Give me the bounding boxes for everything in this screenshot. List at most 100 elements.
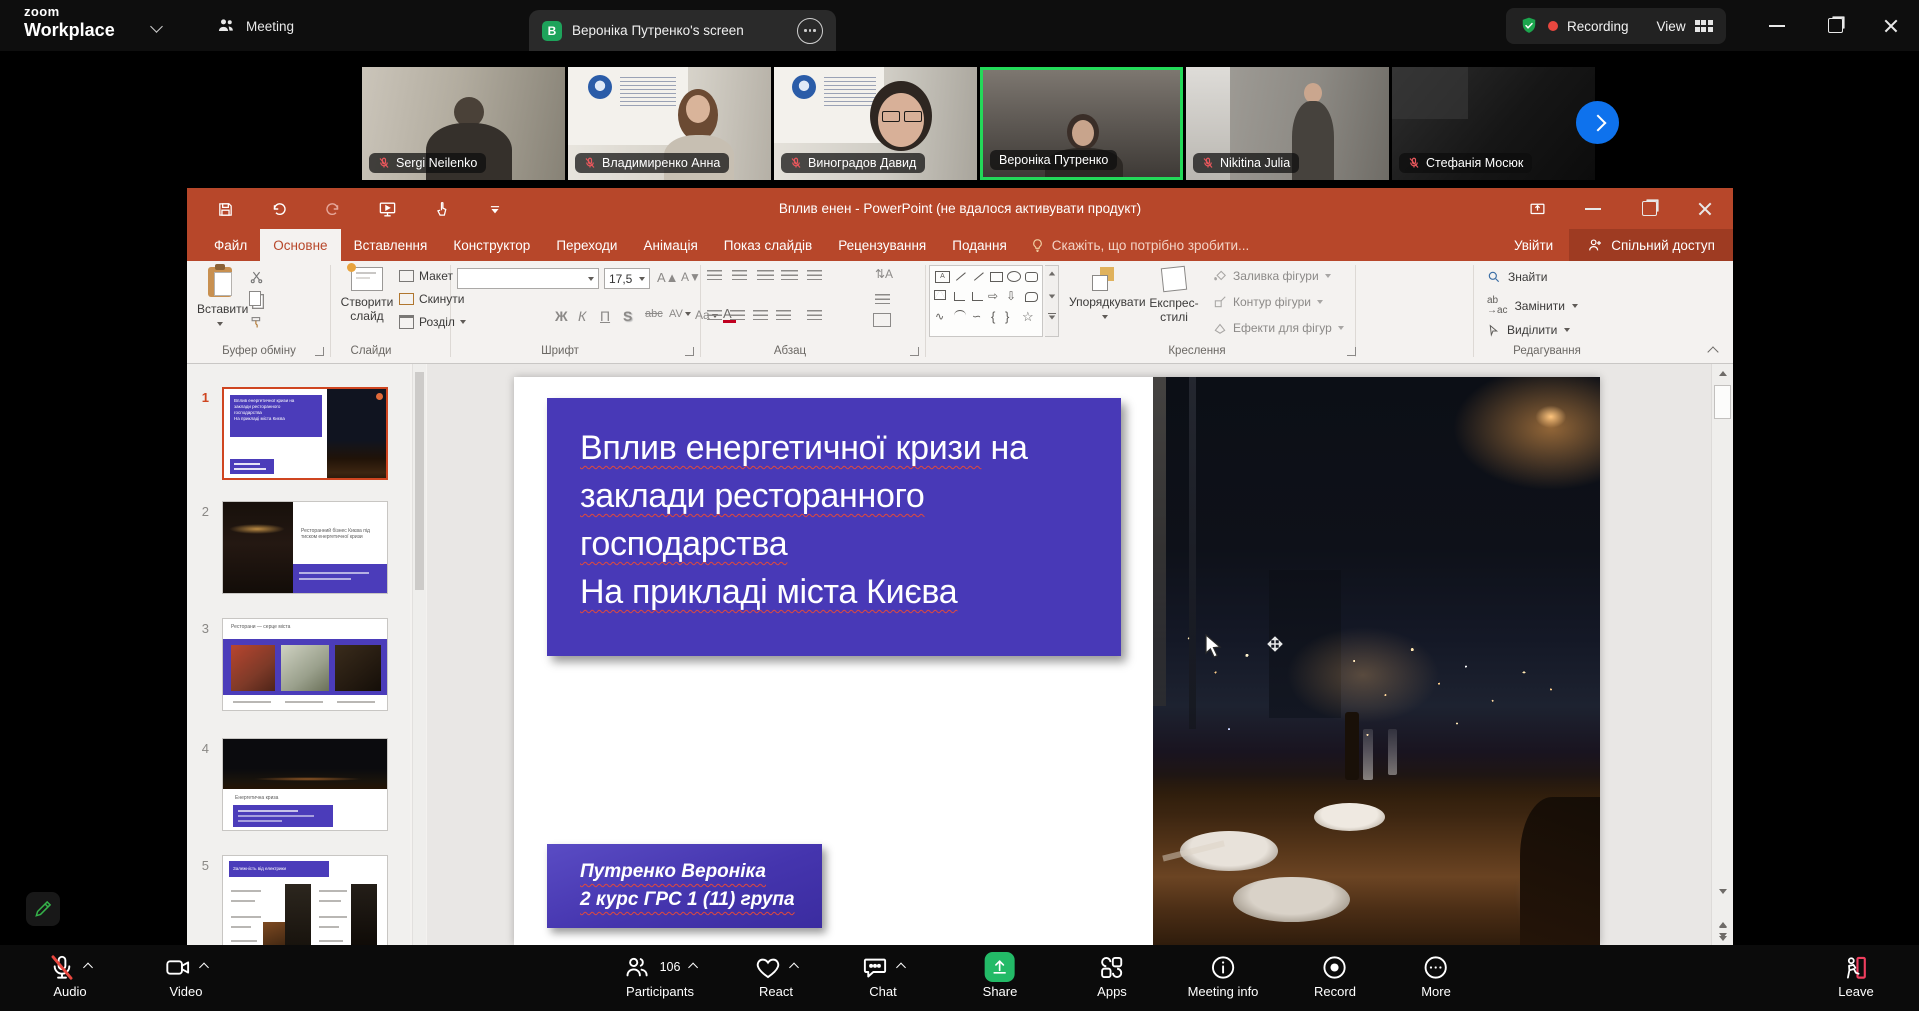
paragraph-dialog-launcher[interactable] (910, 347, 919, 356)
elbow-arrow-connector-icon[interactable] (972, 292, 983, 301)
ppt-close-button[interactable] (1683, 188, 1727, 229)
view-grid-icon[interactable] (1695, 20, 1713, 32)
convert-smartart-icon[interactable] (873, 313, 891, 327)
justify-icon[interactable] (776, 310, 791, 321)
underline-button[interactable]: П (600, 308, 610, 324)
increase-indent-icon[interactable] (781, 270, 798, 281)
slide-thumbnail-3[interactable]: Ресторани — серце міста (222, 618, 388, 711)
tab-file[interactable]: Файл (201, 229, 260, 261)
select-button[interactable]: Виділити (1487, 323, 1570, 337)
slide-thumbnail-5[interactable]: Залежність від електрики (222, 855, 388, 948)
shape-fill-button[interactable]: Заливка фігури (1213, 269, 1331, 283)
view-button-label[interactable]: View (1657, 19, 1686, 34)
window-minimize-button[interactable] (1752, 0, 1802, 51)
meeting-info-button[interactable]: Meeting info (1188, 951, 1259, 999)
more-button[interactable]: More (1421, 951, 1451, 999)
line-spacing-icon[interactable] (807, 270, 822, 281)
rectangle-shape-icon[interactable] (990, 272, 1003, 282)
font-dialog-launcher[interactable] (685, 347, 694, 356)
video-tile-julia[interactable]: Nikitina Julia (1186, 67, 1389, 180)
participants-options-chevron[interactable] (688, 962, 698, 972)
gallery-next-page-button[interactable] (1576, 101, 1619, 144)
decrease-indent-icon[interactable] (757, 270, 774, 281)
columns-icon[interactable] (807, 310, 822, 321)
right-brace-shape-icon[interactable]: } (1005, 310, 1009, 323)
video-tile-veronika-active-speaker[interactable]: Вероніка Путренко (980, 67, 1183, 180)
ppt-share-button[interactable]: Спільний доступ (1569, 229, 1733, 261)
tab-transitions[interactable]: Переходи (543, 229, 630, 261)
grow-font-icon[interactable]: A▲ (657, 270, 679, 285)
section-button[interactable]: Розділ (399, 315, 466, 329)
cut-icon[interactable] (249, 269, 264, 284)
previous-slide-button[interactable] (1712, 906, 1734, 924)
video-options-chevron[interactable] (199, 962, 209, 972)
react-options-chevron[interactable] (789, 962, 799, 972)
tab-design[interactable]: Конструктор (440, 229, 543, 261)
line-shape-icon[interactable] (956, 272, 966, 281)
rounded-rectangle-shape-icon[interactable] (1025, 272, 1038, 282)
window-restore-button[interactable] (1810, 0, 1860, 51)
shapes-gallery-scroll[interactable] (1045, 265, 1059, 337)
paste-button[interactable]: Вставити (197, 267, 243, 330)
tab-home[interactable]: Основне (260, 229, 340, 261)
tell-me-search[interactable]: Скажіть, що потрібно зробити... (1020, 229, 1260, 261)
video-tile-sergi[interactable]: Sergi Neilenko (362, 67, 565, 180)
window-close-button[interactable] (1866, 0, 1916, 51)
scroll-down-button[interactable] (1712, 882, 1734, 900)
tab-review[interactable]: Рецензування (825, 229, 939, 261)
shape-effects-button[interactable]: Ефекти для фігур (1213, 321, 1344, 335)
font-name-combobox[interactable] (457, 268, 599, 289)
audio-button[interactable]: Audio (49, 951, 92, 999)
collapse-ribbon-icon[interactable] (1709, 345, 1717, 359)
drawing-dialog-launcher[interactable] (1347, 347, 1356, 356)
tab-shared-screen[interactable]: B Вероніка Путренко's screen (529, 10, 836, 51)
align-left-icon[interactable] (707, 310, 722, 321)
tab-view[interactable]: Подання (939, 229, 1020, 261)
find-button[interactable]: Знайти (1487, 270, 1547, 284)
slide-title-textbox[interactable]: Вплив енергетичної кризи на заклади рест… (547, 398, 1121, 656)
slide-1-canvas[interactable]: Вплив енергетичної кризи на заклади рест… (514, 377, 1600, 945)
record-button[interactable]: Record (1314, 951, 1356, 999)
scroll-up-button[interactable] (1712, 364, 1734, 382)
clipboard-dialog-launcher[interactable] (315, 347, 324, 356)
left-brace-shape-icon[interactable]: { (991, 310, 995, 323)
share-screen-button[interactable]: Share (983, 951, 1018, 999)
tab-slideshow[interactable]: Показ слайдів (711, 229, 825, 261)
quick-styles-button[interactable]: Експрес- стилі (1145, 267, 1203, 324)
slide-thumbnail-1[interactable]: Вплив енергетичної кризи на заклади рест… (222, 387, 388, 480)
tab-insert[interactable]: Вставлення (341, 229, 441, 261)
align-text-icon[interactable] (875, 294, 890, 305)
text-direction-icon[interactable]: ⇅A (875, 267, 893, 281)
audio-options-chevron[interactable] (83, 962, 93, 972)
arc-shape-icon[interactable] (954, 310, 966, 321)
callout-shape-icon[interactable] (1025, 292, 1038, 302)
right-arrow-shape-icon[interactable]: ⇨ (988, 290, 998, 302)
apps-button[interactable]: Apps (1097, 951, 1127, 999)
align-right-icon[interactable] (753, 310, 768, 321)
numbering-icon[interactable] (732, 270, 747, 281)
oval-shape-icon[interactable] (1007, 271, 1021, 282)
font-size-combobox[interactable]: 17,5 (604, 268, 650, 289)
strikethrough-button[interactable]: abc (645, 308, 663, 320)
leave-button[interactable]: Leave (1838, 951, 1873, 999)
slide-author-textbox[interactable]: Путренко Вероніка 2 курс ГРС 1 (11) груп… (547, 844, 822, 928)
participants-button[interactable]: 106 Participants (624, 951, 697, 999)
tab-meeting[interactable]: Meeting (216, 10, 294, 42)
video-button[interactable]: Video (165, 951, 208, 999)
security-shield-icon[interactable] (1519, 16, 1539, 36)
workspace-chevron-down-icon[interactable] (150, 20, 163, 33)
ppt-present-icon[interactable] (1515, 188, 1559, 229)
bullets-icon[interactable] (707, 270, 722, 281)
panel-scrollbar-thumb[interactable] (415, 372, 424, 590)
scribble-shape-icon[interactable]: ∿ (935, 312, 944, 323)
bold-button[interactable]: Ж (555, 308, 568, 324)
new-slide-button[interactable]: Створити слайд (339, 267, 395, 323)
ppt-minimize-button[interactable] (1571, 188, 1615, 229)
curve-shape-icon[interactable]: ∽ (972, 312, 981, 323)
copy-icon[interactable] (249, 291, 261, 306)
slide-thumbnail-2[interactable]: Ресторанний бізнес Києва під тиском енер… (222, 501, 388, 594)
next-slide-button[interactable] (1712, 928, 1734, 946)
chat-button[interactable]: Chat (862, 951, 905, 999)
shapes-gallery[interactable]: A ⇨ ⇩ ∿ ∽ { } ☆ (929, 265, 1043, 337)
triangle-shape-icon[interactable] (934, 290, 946, 300)
